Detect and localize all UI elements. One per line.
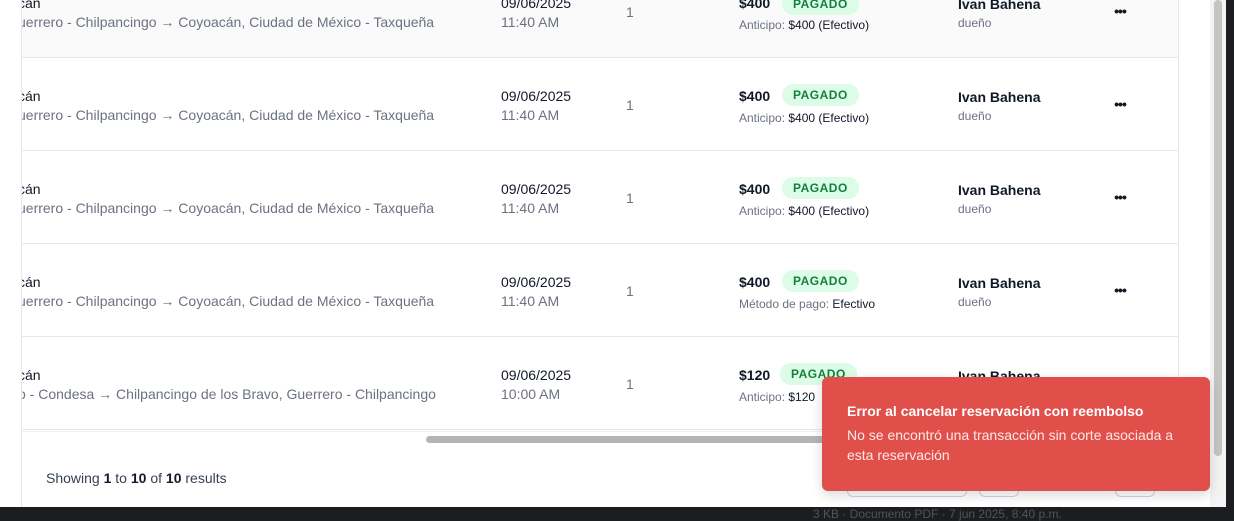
left-panel-edge: [0, 0, 22, 507]
payment-detail: Anticipo: $400 (Efectivo): [739, 18, 869, 32]
trip-date: 09/06/2025: [501, 367, 572, 383]
payment-value: Efectivo: [832, 297, 876, 311]
table-row[interactable]: cán uerrero - Chilpancingo → Coyoacán, C…: [22, 244, 1178, 337]
results-word: results: [185, 470, 227, 486]
error-toast[interactable]: Error al cancelar reservación con reembo…: [822, 377, 1210, 491]
owner-role: dueño: [958, 109, 992, 123]
results-summary: Showing 1 to 10 of 10 results: [46, 470, 227, 486]
payment-amount: $400: [739, 88, 771, 104]
payment-value: $400 (Efectivo): [788, 111, 870, 125]
payment-amount: $400: [739, 0, 771, 11]
results-to: 10: [130, 470, 147, 486]
payment-detail: Anticipo: $120: [739, 390, 815, 404]
payment-label: Anticipo:: [739, 111, 786, 125]
results-from: 1: [103, 470, 112, 486]
owner-name: Ivan Bahena: [958, 182, 1041, 198]
route-path: o - Condesa → Chilpancingo de los Bravo,…: [22, 386, 436, 402]
status-badge: PAGADO: [782, 177, 859, 199]
trip-time: 11:40 AM: [501, 200, 560, 216]
route-path: uerrero - Chilpancingo → Coyoacán, Ciuda…: [22, 200, 435, 216]
payment-value: $120: [788, 390, 816, 404]
status-badge: PAGADO: [782, 84, 859, 106]
route-title: cán: [22, 181, 41, 197]
payment-detail: Método de pago: Efectivo: [739, 297, 875, 311]
horizontal-scrollbar-thumb[interactable]: [426, 436, 846, 443]
payment-detail: Anticipo: $400 (Efectivo): [739, 111, 869, 125]
background-window-strip: 3 KB · Documento PDF · 7 jun 2025, 8:40 …: [0, 507, 1234, 521]
table-row[interactable]: cán uerrero - Chilpancingo → Coyoacán, C…: [22, 151, 1178, 244]
toast-title: Error al cancelar reservación con reembo…: [847, 403, 1144, 419]
trip-time: 11:40 AM: [501, 14, 560, 30]
payment-amount: $120: [739, 367, 771, 383]
vertical-scrollbar-thumb[interactable]: [1214, 0, 1222, 456]
seat-count: 1: [626, 283, 634, 299]
trip-date: 09/06/2025: [501, 88, 572, 104]
trip-date: 09/06/2025: [501, 274, 572, 290]
row-actions-ellipsis-icon[interactable]: •••: [1110, 283, 1130, 300]
owner-role: dueño: [958, 202, 992, 216]
vertical-scrollbar[interactable]: [1210, 0, 1226, 507]
owner-name: Ivan Bahena: [958, 89, 1041, 105]
owner-role: dueño: [958, 295, 992, 309]
row-actions-ellipsis-icon[interactable]: •••: [1110, 190, 1130, 207]
results-total: 10: [165, 470, 182, 486]
background-file-info: 3 KB · Documento PDF · 7 jun 2025, 8:40 …: [813, 507, 1062, 521]
owner-role: dueño: [958, 16, 992, 30]
trip-date: 09/06/2025: [501, 0, 572, 11]
table-row[interactable]: cán uerrero - Chilpancingo → Coyoacán, C…: [22, 58, 1178, 151]
route-title: cán: [22, 274, 41, 290]
route-path: uerrero - Chilpancingo → Coyoacán, Ciuda…: [22, 293, 435, 309]
toast-message: No se encontró una transacción sin corte…: [847, 427, 1174, 463]
route-path: uerrero - Chilpancingo → Coyoacán, Ciuda…: [22, 107, 435, 123]
route-title: cán: [22, 88, 41, 104]
route-title: cán: [22, 367, 41, 383]
owner-name: Ivan Bahena: [958, 0, 1041, 12]
row-actions-ellipsis-icon[interactable]: •••: [1110, 4, 1130, 21]
payment-label: Anticipo:: [739, 390, 786, 404]
table-row[interactable]: cán uerrero - Chilpancingo → Coyoacán, C…: [22, 0, 1178, 58]
payment-value: $400 (Efectivo): [788, 204, 870, 218]
payment-label: Método de pago:: [739, 297, 830, 311]
trip-time: 10:00 AM: [501, 386, 561, 402]
status-badge: PAGADO: [782, 270, 859, 292]
showing-prefix: Showing: [46, 470, 100, 486]
payment-amount: $400: [739, 181, 771, 197]
seat-count: 1: [626, 190, 634, 206]
trip-date: 09/06/2025: [501, 181, 572, 197]
row-actions-ellipsis-icon[interactable]: •••: [1110, 97, 1130, 114]
route-title: cán: [22, 0, 41, 11]
seat-count: 1: [626, 376, 634, 392]
seat-count: 1: [626, 4, 634, 20]
trip-time: 11:40 AM: [501, 107, 560, 123]
of-word: of: [150, 470, 163, 486]
owner-name: Ivan Bahena: [958, 275, 1041, 291]
payment-label: Anticipo:: [739, 204, 786, 218]
payment-amount: $400: [739, 274, 771, 290]
payment-value: $400 (Efectivo): [788, 18, 870, 32]
payment-label: Anticipo:: [739, 18, 786, 32]
payment-detail: Anticipo: $400 (Efectivo): [739, 204, 869, 218]
seat-count: 1: [626, 97, 634, 113]
to-word: to: [115, 470, 127, 486]
trip-time: 11:40 AM: [501, 293, 560, 309]
status-badge: PAGADO: [782, 0, 859, 15]
route-path: uerrero - Chilpancingo → Coyoacán, Ciuda…: [22, 14, 435, 30]
